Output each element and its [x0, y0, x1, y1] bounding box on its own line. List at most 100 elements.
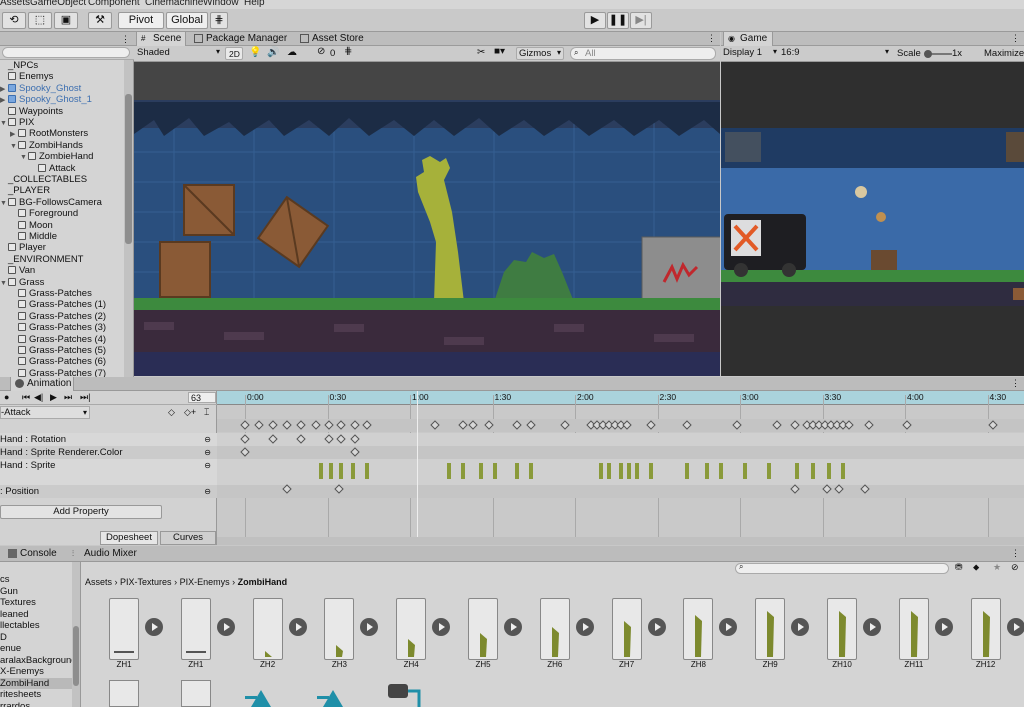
play-preview-icon[interactable]	[504, 618, 522, 636]
tab-animation[interactable]: Animation	[10, 377, 74, 391]
hierarchy-item[interactable]: Grass-Patches (1)	[0, 299, 106, 311]
play-preview-icon[interactable]	[1006, 618, 1024, 636]
summary-keyframe[interactable]	[324, 420, 334, 430]
hierarchy-item[interactable]: Grass-Patches (2)	[0, 311, 106, 323]
2d-toggle[interactable]: 2D	[225, 47, 243, 60]
summary-keyframe[interactable]	[790, 420, 800, 430]
hierarchy-item[interactable]: Grass-Patches (3)	[0, 322, 106, 334]
grid-snap-button[interactable]: ⋕	[210, 12, 228, 29]
position-keyframe[interactable]	[834, 484, 844, 494]
frame-field[interactable]: 63	[188, 392, 216, 403]
summary-keyframe[interactable]	[560, 420, 570, 430]
summary-keyframe[interactable]	[772, 420, 782, 430]
hierarchy-item[interactable]: Van	[0, 265, 35, 277]
rotation-keyframe[interactable]	[336, 434, 346, 444]
scale-slider-knob[interactable]	[924, 50, 932, 58]
play-preview-icon[interactable]	[432, 618, 451, 636]
sprite-keyframe[interactable]	[795, 463, 799, 479]
sprite-keyframe[interactable]	[479, 463, 483, 479]
hierarchy-item[interactable]: _PLAYER	[0, 185, 50, 197]
folder-item[interactable]: Gun	[0, 586, 72, 598]
folder-item[interactable]: D	[0, 632, 72, 644]
property-options-icon[interactable]: ⊖	[204, 459, 211, 472]
rect-tool-button[interactable]: ▣	[54, 12, 78, 29]
breadcrumb-pix-textures[interactable]: PIX-Textures	[120, 577, 172, 587]
property-options-icon[interactable]: ⊖	[204, 485, 211, 498]
asset-item[interactable]: ZH3	[324, 598, 379, 678]
tools-icon[interactable]: ✂	[477, 47, 485, 58]
folder-item[interactable]: ritesheets	[0, 689, 72, 701]
global-button[interactable]: Global	[166, 12, 208, 29]
tab-scene[interactable]: # Scene	[136, 32, 186, 46]
first-key-icon[interactable]: ⏮	[22, 392, 30, 403]
summary-keyframe[interactable]	[311, 420, 321, 430]
summary-keyframe[interactable]	[254, 420, 264, 430]
asset-item[interactable]: ZH9	[755, 598, 810, 678]
anim-property-color[interactable]: Hand : Sprite Renderer.Color ⊖	[0, 446, 217, 459]
play-preview-icon[interactable]	[216, 618, 235, 636]
folder-tree-scrollbar[interactable]	[72, 562, 80, 707]
asset-item[interactable]: ZH6	[539, 598, 594, 678]
hierarchy-item[interactable]: ▼ ZombiHands	[0, 140, 83, 152]
asset-item[interactable]: ZH4	[396, 598, 451, 678]
summary-keyframe[interactable]	[296, 420, 306, 430]
asset-item[interactable]: ZH11	[898, 598, 953, 678]
hierarchy-item[interactable]: Moon	[0, 220, 53, 232]
scale-tool-button[interactable]: ⬚	[28, 12, 52, 29]
folder-item[interactable]: X-Enemys	[0, 666, 72, 678]
hierarchy-item[interactable]: Attack	[0, 163, 75, 175]
play-preview-icon[interactable]	[934, 618, 953, 636]
filter-by-label-icon[interactable]: ⬥	[973, 562, 979, 573]
color-keyframe[interactable]	[240, 447, 250, 457]
summary-keyframe[interactable]	[468, 420, 478, 430]
asset-item[interactable]: ZH5	[468, 598, 522, 678]
sprite-keyframe[interactable]	[705, 463, 709, 479]
summary-keyframe[interactable]	[282, 420, 292, 430]
grid-toggle-icon[interactable]: ⋕	[344, 46, 352, 57]
project-search-input[interactable]: ⌕	[735, 562, 949, 574]
rotation-keyframe[interactable]	[240, 434, 250, 444]
summary-keyframe[interactable]	[844, 420, 854, 430]
hierarchy-item[interactable]: _ENVIRONMENT	[0, 254, 83, 266]
play-preview-icon[interactable]	[360, 618, 379, 636]
folder-item[interactable]: enue	[0, 643, 72, 655]
folder-tree-scroll-thumb[interactable]	[73, 626, 79, 686]
rotation-keyframe[interactable]	[350, 434, 360, 444]
scale-slider[interactable]	[924, 50, 952, 58]
position-keyframe[interactable]	[860, 484, 870, 494]
menu-gameobject[interactable]: GameObject	[30, 0, 86, 8]
folder-item[interactable]: Textures	[0, 597, 72, 609]
next-key-icon[interactable]: ⏭	[64, 392, 72, 403]
hierarchy-item[interactable]: _COLLECTABLES	[0, 174, 87, 186]
anim-property-rotation[interactable]: Hand : Rotation ⊖	[0, 433, 217, 446]
play-preview-icon[interactable]	[719, 618, 738, 636]
summary-keyframe[interactable]	[512, 420, 522, 430]
filter-by-type-icon[interactable]: ⛃	[955, 562, 963, 573]
rotation-keyframe[interactable]	[268, 434, 278, 444]
scene-search-input[interactable]: ⌕ All	[570, 47, 716, 60]
summary-keyframe[interactable]	[430, 420, 440, 430]
maximize-toggle[interactable]: Maximize	[984, 47, 1024, 61]
sprite-keyframe[interactable]	[515, 463, 519, 479]
asset-item[interactable]: ZH8	[683, 598, 738, 678]
tab-curves[interactable]: Curves	[160, 531, 216, 545]
sprite-keyframe[interactable]	[719, 463, 723, 479]
hierarchy-item[interactable]: ▼ BG-FollowsCamera	[0, 197, 102, 209]
color-keyframe[interactable]	[350, 447, 360, 457]
hierarchy-item[interactable]: Player	[0, 242, 46, 254]
rotate-tool-button[interactable]: ⟲	[2, 12, 26, 29]
hierarchy-item[interactable]: Enemys	[0, 71, 53, 83]
folder-item[interactable]: rrardos	[0, 701, 72, 707]
shading-mode-dropdown[interactable]: Shaded ▾	[134, 47, 222, 60]
sprite-keyframe[interactable]	[365, 463, 369, 479]
folder-item[interactable]: leaned	[0, 609, 72, 621]
summary-keyframe[interactable]	[268, 420, 278, 430]
play-preview-icon[interactable]	[575, 618, 594, 636]
scene-menu-icon[interactable]: ⋮	[707, 33, 716, 44]
position-keyframe[interactable]	[822, 484, 832, 494]
game-view[interactable]	[721, 62, 1024, 376]
property-options-icon[interactable]: ⊖	[204, 446, 211, 459]
effects-icon[interactable]: ☁	[287, 47, 297, 58]
sprite-keyframe[interactable]	[635, 463, 639, 479]
pause-button[interactable]: ❚❚	[607, 12, 629, 29]
